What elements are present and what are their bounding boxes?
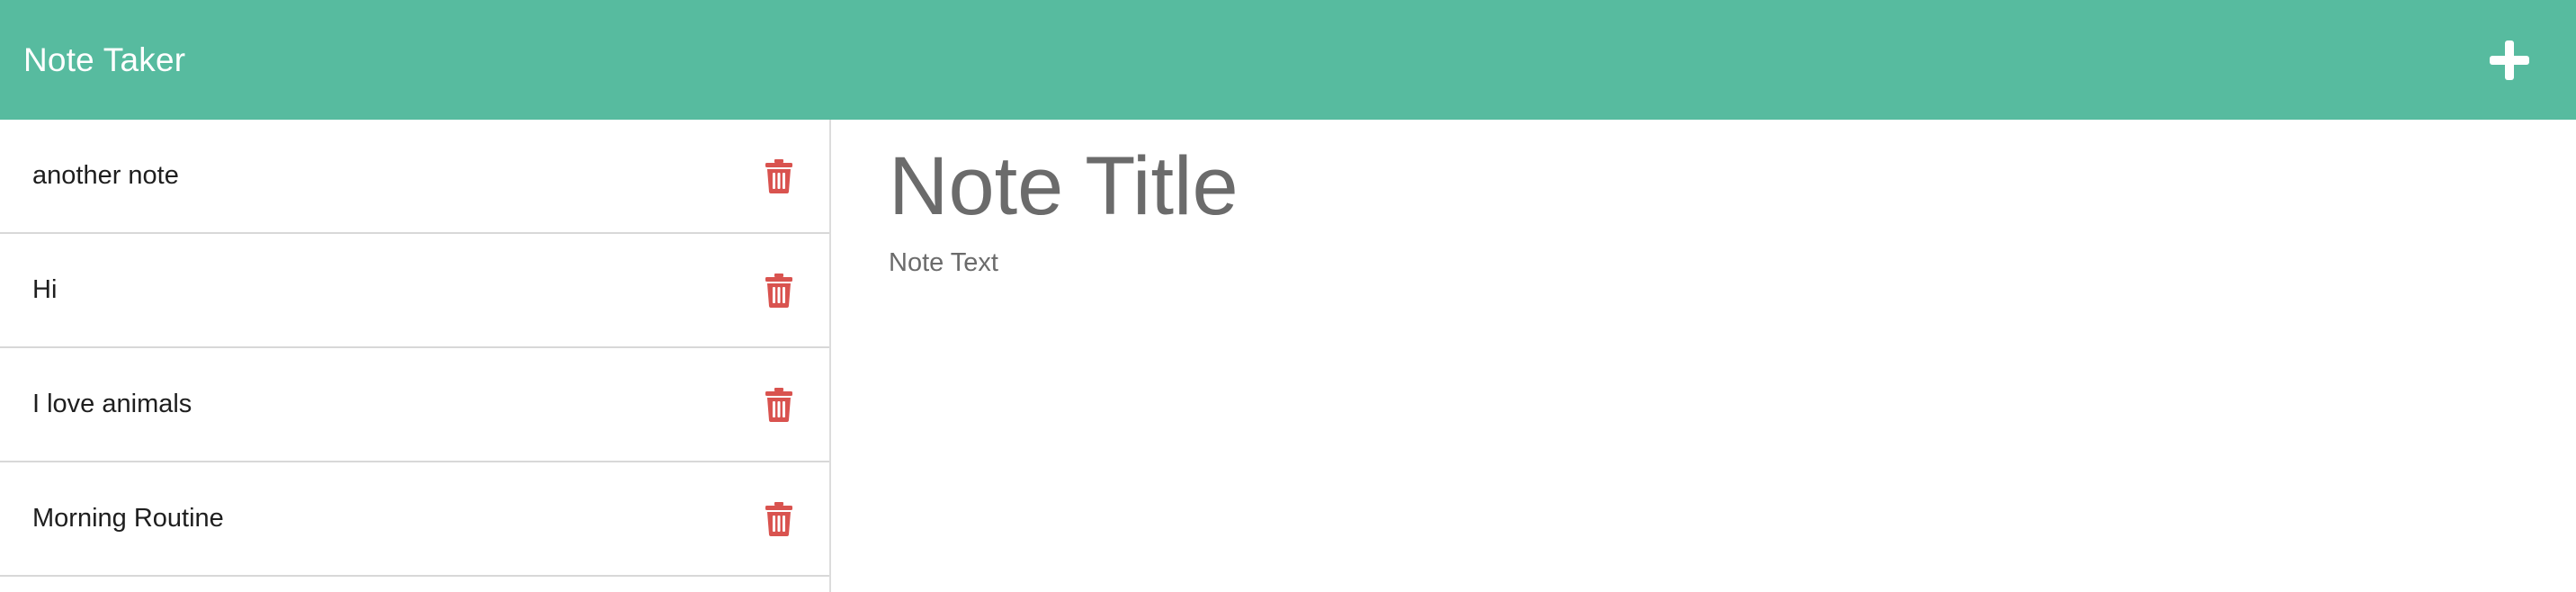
list-item[interactable]: another note [0, 120, 829, 234]
trash-icon[interactable] [765, 387, 793, 422]
note-text-input[interactable] [889, 248, 2418, 518]
note-item-title: Hi [32, 275, 58, 304]
note-sidebar: another note Hi I love animals Morning R… [0, 120, 831, 592]
list-item[interactable]: Morning Routine [0, 462, 829, 577]
list-item[interactable]: Hi [0, 234, 829, 348]
trash-icon[interactable] [765, 501, 793, 536]
note-editor [833, 120, 2576, 592]
navbar: Note Taker [0, 0, 2576, 120]
note-item-title: I love animals [32, 390, 192, 418]
note-item-title: Morning Routine [32, 504, 224, 533]
new-note-button[interactable] [2486, 37, 2533, 84]
brand-title[interactable]: Note Taker [23, 41, 185, 79]
note-title-input[interactable] [889, 139, 2418, 234]
list-item[interactable]: I love animals [0, 348, 829, 462]
note-list: another note Hi I love animals Morning R… [0, 120, 829, 577]
trash-icon[interactable] [765, 273, 793, 308]
trash-icon[interactable] [765, 158, 793, 193]
note-item-title: another note [32, 161, 179, 190]
